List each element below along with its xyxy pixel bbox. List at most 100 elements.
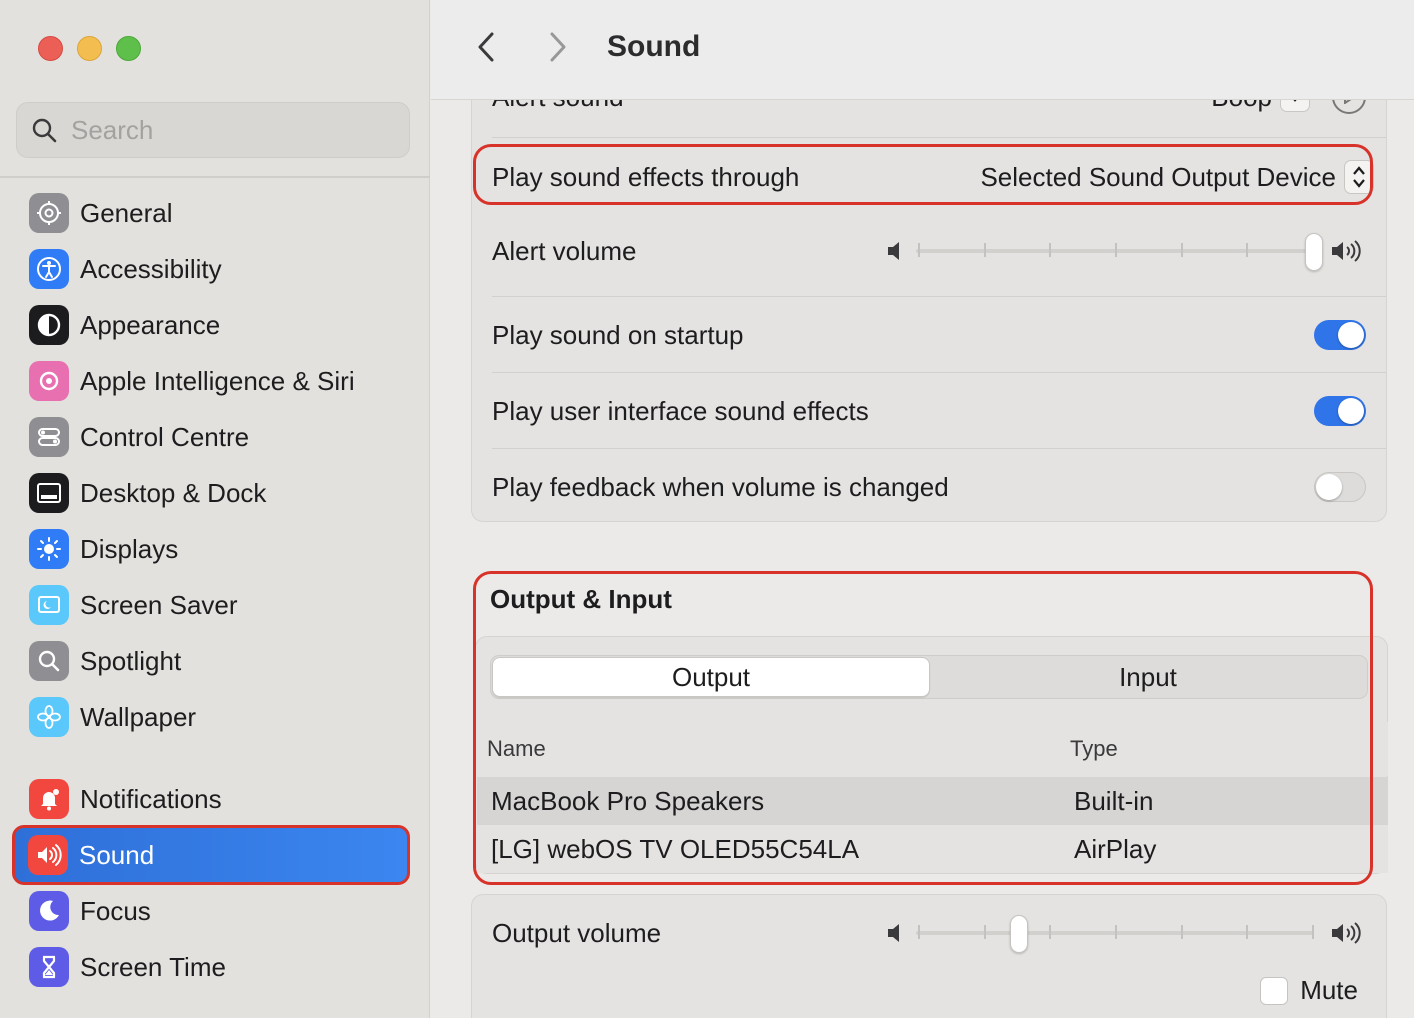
device-table-header: Name Type: [477, 722, 1388, 776]
speaker-low-icon: [888, 924, 899, 942]
sound-icon: [28, 835, 68, 875]
search-icon: [32, 118, 57, 143]
slider-thumb[interactable]: [1010, 915, 1029, 953]
sidebar-item-focus[interactable]: Focus: [16, 885, 410, 937]
screen-saver-icon: [29, 585, 69, 625]
mute-checkbox[interactable]: [1260, 976, 1289, 1005]
zoom-window-button[interactable]: [116, 36, 141, 61]
sidebar-item-label: Desktop & Dock: [80, 477, 267, 508]
output-input-title: Output & Input: [490, 584, 672, 614]
slider-thumb[interactable]: [1305, 233, 1323, 271]
startup-toggle[interactable]: [1314, 320, 1366, 350]
screen-time-icon: [29, 947, 69, 987]
slider-tick: [918, 925, 920, 939]
play-through-row: Play sound effects through Selected Soun…: [492, 139, 1374, 215]
sidebar-item-label: Spotlight: [80, 645, 182, 676]
sidebar-item-apple-intelligence-siri[interactable]: Apple Intelligence & Siri: [16, 355, 410, 407]
close-window-button[interactable]: [38, 36, 63, 61]
output-volume-slider[interactable]: [886, 913, 1366, 953]
slider-tick: [1180, 243, 1183, 257]
ui-effects-toggle[interactable]: [1314, 396, 1366, 426]
ui-effects-row: Play user interface sound effects: [492, 373, 1366, 449]
device-type: Built-in: [1074, 785, 1154, 816]
alert-volume-slider[interactable]: [886, 231, 1366, 271]
chevron-right-icon: [550, 32, 566, 62]
column-header-type[interactable]: Type: [1070, 736, 1118, 762]
slider-tick: [1246, 925, 1249, 939]
appearance-icon: [29, 305, 69, 345]
sidebar-item-notifications[interactable]: Notifications: [16, 773, 410, 825]
speaker-high-icon: [1332, 922, 1361, 944]
sidebar-item-control-centre[interactable]: Control Centre: [16, 411, 410, 463]
sidebar-item-sound[interactable]: Sound: [12, 825, 410, 885]
startup-label: Play sound on startup: [492, 319, 744, 350]
tab-output[interactable]: Output: [492, 657, 930, 697]
sidebar-item-label: Accessibility: [80, 253, 222, 284]
control-centre-icon: [29, 417, 69, 457]
row-divider: [492, 137, 1386, 138]
back-button[interactable]: [471, 30, 501, 64]
play-through-select[interactable]: Selected Sound Output Device: [980, 160, 1374, 194]
toggle-knob: [1338, 398, 1364, 424]
slider-tick: [1049, 925, 1052, 939]
feedback-label: Play feedback when volume is changed: [492, 471, 949, 502]
toggle-knob: [1316, 474, 1342, 500]
search-field[interactable]: [16, 102, 410, 158]
slider-tick: [1312, 925, 1314, 939]
feedback-toggle[interactable]: [1314, 472, 1366, 502]
device-name: [LG] webOS TV OLED55C54LA: [491, 833, 860, 864]
sidebar-item-label: Sound: [79, 839, 155, 870]
slider-tick: [983, 925, 986, 939]
sidebar-item-label: Notifications: [80, 783, 222, 814]
sidebar-item-appearance[interactable]: Appearance: [16, 299, 410, 351]
column-header-name[interactable]: Name: [487, 736, 546, 762]
device-name: MacBook Pro Speakers: [491, 785, 765, 816]
table-row[interactable]: [LG] webOS TV OLED55C54LA AirPlay: [477, 825, 1388, 873]
siri-icon: [29, 361, 69, 401]
output-input-segmented-control: Output Input: [490, 655, 1368, 699]
tab-input[interactable]: Input: [929, 656, 1367, 698]
slider-tick: [918, 243, 920, 257]
output-volume-card: Output volume Mute: [471, 894, 1387, 1018]
slider-tick: [1115, 925, 1117, 939]
play-through-label: Play sound effects through: [492, 161, 800, 192]
sidebar-item-wallpaper[interactable]: Wallpaper: [16, 691, 410, 743]
chevron-left-icon: [478, 32, 494, 62]
window-controls: [38, 36, 141, 61]
mute-label: Mute: [1300, 975, 1358, 1005]
focus-icon: [29, 891, 69, 931]
gear-icon: [29, 193, 69, 233]
sidebar-item-general[interactable]: General: [16, 187, 410, 239]
chevron-updown-icon: [1353, 166, 1365, 188]
minimize-window-button[interactable]: [77, 36, 102, 61]
sidebar-item-accessibility[interactable]: Accessibility: [16, 243, 410, 295]
forward-button[interactable]: [543, 30, 573, 64]
toolbar: Sound: [431, 0, 1414, 100]
dock-icon: [29, 473, 69, 513]
sidebar-item-screen-time[interactable]: Screen Time: [16, 941, 410, 993]
slider-tick: [1180, 925, 1183, 939]
updown-stepper[interactable]: [1344, 160, 1374, 194]
spotlight-icon: [29, 641, 69, 681]
main-pane: Sound Alert sound Boop Play sound effect…: [431, 0, 1414, 1018]
wallpaper-icon: [29, 697, 69, 737]
search-input[interactable]: [71, 114, 371, 146]
displays-icon: [29, 529, 69, 569]
sidebar-item-label: Control Centre: [80, 421, 250, 452]
table-row[interactable]: MacBook Pro Speakers Built-in: [477, 777, 1388, 825]
toggle-knob: [1338, 322, 1364, 348]
slider-tick: [983, 243, 986, 257]
sidebar-item-desktop-dock[interactable]: Desktop & Dock: [16, 467, 410, 519]
alert-volume-row: Alert volume: [492, 213, 1366, 289]
sidebar-item-spotlight[interactable]: Spotlight: [16, 635, 410, 687]
accessibility-icon: [29, 249, 69, 289]
sidebar-item-label: Focus: [80, 895, 151, 926]
sidebar-item-screen-saver[interactable]: Screen Saver: [16, 579, 410, 631]
device-type: AirPlay: [1074, 833, 1157, 864]
mute-control[interactable]: Mute: [1260, 975, 1358, 1006]
sidebar-item-label: Displays: [80, 533, 179, 564]
notifications-icon: [29, 779, 69, 819]
sidebar-item-label: Screen Saver: [80, 589, 238, 620]
sidebar-item-displays[interactable]: Displays: [16, 523, 410, 575]
output-volume-row: Output volume: [492, 895, 1366, 971]
